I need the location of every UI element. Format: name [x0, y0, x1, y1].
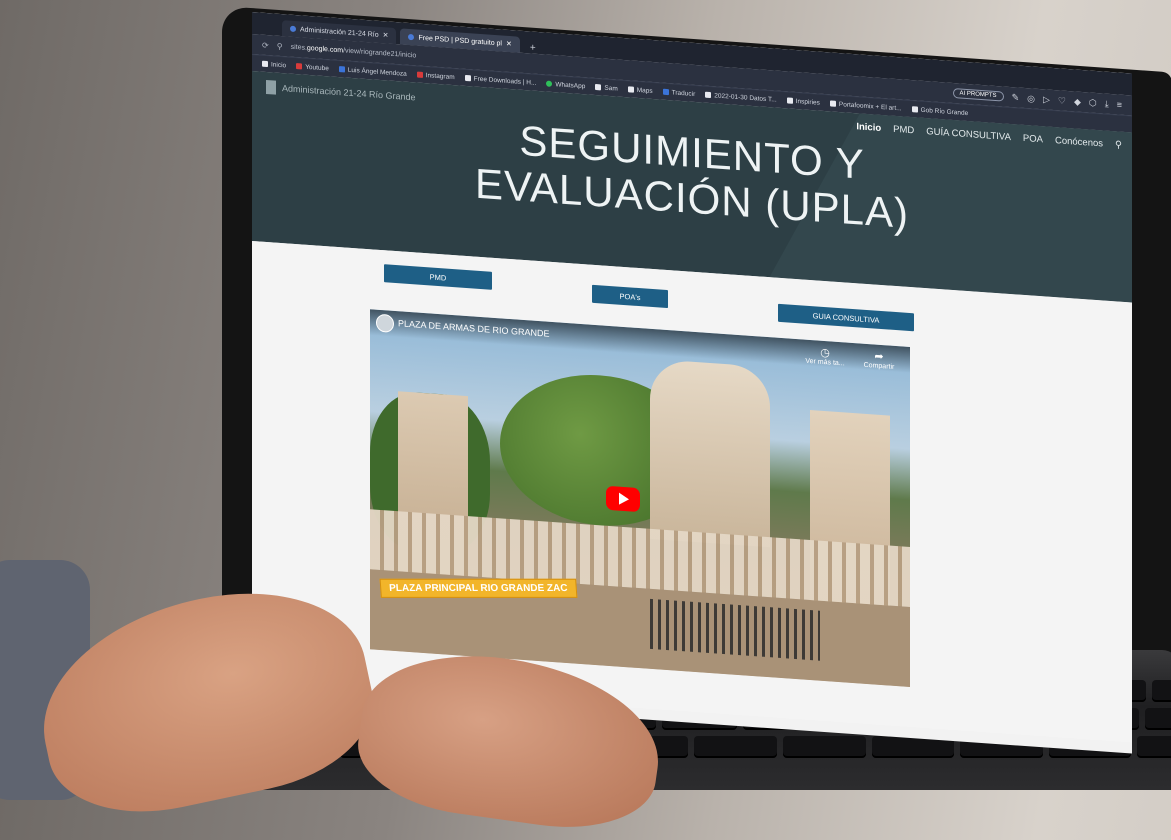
reload-icon[interactable]: ⟳: [262, 40, 269, 49]
youtube-icon: [296, 63, 303, 70]
translate-icon: [662, 88, 669, 96]
video-banner: PLAZA PRINCIPAL RIO GRANDE ZAC: [379, 578, 578, 598]
share-button[interactable]: ➦ Compartir: [854, 349, 904, 371]
play-button[interactable]: [606, 485, 640, 513]
page-icon: [911, 106, 918, 113]
tab-favicon-icon: [290, 25, 296, 33]
menu-icon[interactable]: ≡: [1117, 99, 1122, 109]
bookmark-traducir[interactable]: Traducir: [662, 88, 695, 97]
bookmark-instagram[interactable]: Instagram: [416, 71, 455, 81]
laptop-screen: Administración 21-24 Río ✕ Free PSD | PS…: [252, 12, 1132, 754]
play-icon: [619, 492, 629, 506]
site-name: Administración 21-24 Río Grande: [282, 83, 416, 103]
site-info-icon[interactable]: ⚲: [277, 41, 283, 50]
download-icon[interactable]: ⤓: [1105, 98, 1109, 109]
folder-icon: [262, 60, 268, 68]
page-icon: [786, 97, 793, 104]
nav-pmd[interactable]: PMD: [893, 124, 914, 136]
tab-favicon-icon: [408, 33, 415, 41]
poas-button[interactable]: POA's: [592, 284, 668, 309]
page-icon: [595, 84, 602, 91]
new-tab-button[interactable]: +: [524, 42, 542, 54]
channel-avatar[interactable]: [376, 313, 394, 333]
watch-later-button[interactable]: ◷ Ver más ta...: [800, 345, 850, 368]
page-icon: [627, 86, 634, 93]
close-icon[interactable]: ✕: [383, 31, 389, 39]
tab-label: Administración 21-24 Río: [300, 25, 379, 39]
page-content: PMD POA's GUIA CONSULTIVA PLAZA DE ARMAS…: [252, 241, 1132, 743]
bookmark-sam[interactable]: Sam: [595, 84, 618, 92]
facebook-icon: [338, 66, 345, 73]
camera-icon[interactable]: ◎: [1027, 93, 1035, 105]
youtube-video-embed[interactable]: PLAZA DE ARMAS DE RIO GRANDE ◷ Ver más t…: [370, 309, 910, 688]
whatsapp-icon: [546, 80, 553, 88]
page-icon: [705, 91, 712, 99]
pmd-button[interactable]: PMD: [384, 264, 492, 290]
bookmark-free-downloads[interactable]: Free Downloads | H...: [464, 74, 536, 86]
bookmark-inspiries[interactable]: Inspiries: [786, 97, 820, 106]
nav-poa[interactable]: POA: [1023, 133, 1043, 145]
play-icon[interactable]: ▷: [1043, 94, 1050, 105]
search-icon[interactable]: ⚲: [1115, 139, 1122, 150]
bookmark-inicio[interactable]: Inicio: [262, 60, 286, 69]
guia-consultiva-button[interactable]: GUIA CONSULTIVA: [778, 303, 914, 332]
instagram-icon: [416, 71, 423, 78]
tab-label: Free PSD | PSD gratuito pl: [418, 34, 502, 47]
bookmark-gob-rio-grande[interactable]: Gob Río Grande: [911, 106, 968, 117]
bookmark-maps[interactable]: Maps: [627, 86, 653, 95]
photo-scene: Administración 21-24 Río ✕ Free PSD | PS…: [0, 0, 1171, 840]
site-logo-icon: [266, 79, 276, 95]
ai-prompts-button[interactable]: AI PROMPTS: [952, 87, 1004, 102]
nav-inicio[interactable]: Inicio: [856, 121, 881, 134]
page-icon: [464, 74, 471, 82]
bookmark-facebook[interactable]: Luis Ángel Mendoza: [338, 66, 407, 77]
bookmark-portafoomix[interactable]: Portafoomix + El art...: [829, 100, 902, 112]
page-icon: [829, 100, 836, 107]
cube-icon[interactable]: ⬡: [1089, 97, 1097, 109]
edit-icon[interactable]: ✎: [1012, 92, 1020, 104]
close-icon[interactable]: ✕: [506, 40, 512, 48]
extension-icon[interactable]: ◆: [1074, 96, 1081, 107]
heart-icon[interactable]: ♡: [1058, 95, 1066, 107]
bookmark-whatsapp[interactable]: WhatsApp: [546, 80, 585, 90]
bookmark-datos[interactable]: 2022-01-30 Datos T...: [705, 91, 777, 103]
bookmark-youtube[interactable]: Youtube: [296, 63, 329, 72]
